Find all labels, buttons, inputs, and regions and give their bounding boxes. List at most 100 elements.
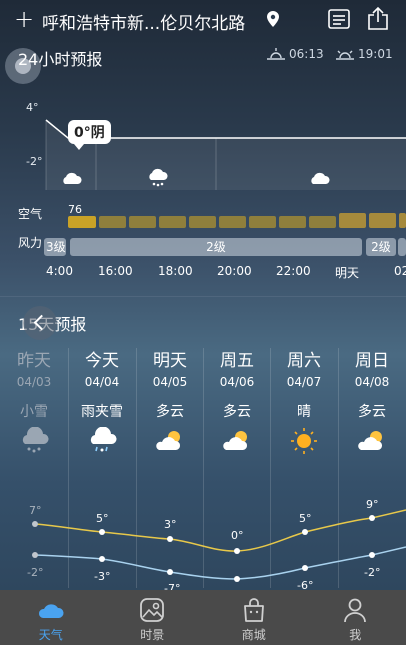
- aqi-bar: [399, 213, 406, 228]
- high-temp-line: [34, 509, 406, 552]
- low-temp-point: [234, 576, 240, 582]
- day-name: 周六: [287, 351, 321, 371]
- partly-cloudy-icon: [156, 431, 181, 450]
- wind-segment: 2级: [70, 238, 362, 256]
- aqi-bar: [369, 213, 396, 228]
- day-date: 04/06: [219, 375, 255, 389]
- day-name: 周日: [355, 351, 389, 371]
- aqi-bar: [68, 216, 96, 228]
- low-temp-point: [32, 552, 38, 558]
- cloud-icon: [38, 604, 64, 618]
- hourly-forecast-title: 24小时预报: [18, 50, 103, 69]
- share-icon[interactable]: [367, 6, 389, 30]
- high-temp-point: [302, 529, 308, 535]
- low-temp-label: -2°: [27, 566, 44, 579]
- aqi-bar: [249, 216, 276, 228]
- low-temp-point: [99, 556, 105, 562]
- day-column-fri[interactable]: 周五 04/06 多云: [203, 350, 271, 459]
- day-column-sun[interactable]: 周日 04/08 多云: [338, 350, 406, 459]
- partly-cloudy-icon: [358, 431, 383, 450]
- low-temp-label: -2°: [364, 566, 381, 579]
- low-temp-label: -3°: [94, 570, 111, 583]
- nav-label: 天气: [38, 628, 63, 642]
- day-condition: 雨夹雪: [81, 404, 123, 420]
- sun-icon: [291, 428, 317, 454]
- snow-cloud-icon: [149, 168, 168, 187]
- wind-segment: 2级: [366, 238, 396, 256]
- current-temp-bubble: 0°阴: [68, 120, 111, 150]
- hour-label: 16:00: [98, 264, 133, 278]
- day-column-tomorrow[interactable]: 明天 04/05 多云: [136, 350, 204, 459]
- aqi-value: 76: [68, 203, 82, 216]
- nav-weather[interactable]: 天气: [0, 590, 102, 645]
- hour-label: 22:00: [276, 264, 311, 278]
- high-temp-point: [99, 529, 105, 535]
- aqi-bar: [339, 213, 366, 228]
- list-icon[interactable]: [328, 9, 350, 29]
- high-temp-point: [369, 515, 375, 521]
- day-name: 周五: [220, 351, 254, 371]
- sleet-icon: [90, 426, 117, 452]
- daily-temp-chart: [32, 509, 406, 582]
- day-condition: 多云: [156, 404, 184, 420]
- day-date: 04/03: [16, 375, 52, 389]
- nav-label: 商城: [241, 628, 266, 642]
- top-bar: + 呼和浩特市新...伦贝尔北路: [0, 0, 406, 40]
- low-temp-point: [302, 565, 308, 571]
- back-arrow-icon[interactable]: [23, 306, 57, 340]
- day-condition: 晴: [297, 404, 311, 420]
- aqi-bar: [159, 216, 186, 228]
- nav-scenery[interactable]: 时景: [102, 590, 204, 645]
- city-name[interactable]: 呼和浩特市新...伦贝尔北路: [42, 9, 245, 34]
- high-temp-point: [32, 521, 38, 527]
- low-temp-point: [369, 552, 375, 558]
- cloud-icon: [311, 172, 330, 184]
- day-name: 今天: [85, 351, 119, 371]
- aqi-bar: [309, 216, 336, 228]
- day-date: 04/08: [354, 375, 390, 389]
- high-temp-label: 5°: [299, 512, 312, 525]
- day-condition: 小雪: [20, 404, 48, 420]
- sunrise-time: 06:13: [289, 47, 324, 61]
- day-column-sat[interactable]: 周六 04/07 晴: [270, 350, 338, 459]
- wind-segment: 3级: [44, 238, 66, 256]
- wind-segment: [398, 238, 406, 256]
- weather-app: + 呼和浩特市新...伦贝尔北路 24小时预报 06:13 19:01 4° -…: [0, 0, 406, 645]
- bottom-navigation: 天气 时景 商城 我: [0, 590, 406, 645]
- sunset-icon: [336, 50, 354, 60]
- high-temp-label: 7°: [29, 504, 42, 517]
- day-condition: 多云: [223, 404, 251, 420]
- hour-label: 02: [394, 264, 406, 278]
- sunset: 19:01: [336, 47, 393, 61]
- aqi-bar: [129, 216, 156, 228]
- sunrise-icon: [267, 47, 285, 60]
- day-column-today[interactable]: 今天 04/04 雨夹雪: [68, 350, 136, 459]
- hour-label: 明天: [335, 266, 360, 280]
- aqi-bar: [99, 216, 126, 228]
- aqi-bar: [189, 216, 216, 228]
- hour-label: 20:00: [217, 264, 252, 278]
- high-temp-label: 9°: [366, 498, 379, 511]
- day-name: 明天: [153, 351, 187, 371]
- high-temp-label: 0°: [231, 529, 244, 542]
- day-column-yesterday[interactable]: 昨天 04/03 小雪: [0, 350, 68, 459]
- low-temp-point: [167, 569, 173, 575]
- shopping-bag-icon: [243, 598, 264, 622]
- nav-label: 我: [349, 628, 362, 642]
- location-pin-icon: [267, 11, 279, 27]
- hour-label: 18:00: [158, 264, 193, 278]
- wind-label: 风力: [18, 236, 43, 250]
- sunrise: 06:13: [267, 47, 324, 61]
- nav-mall[interactable]: 商城: [203, 590, 305, 645]
- aqi-label: 空气: [18, 207, 43, 221]
- partly-cloudy-icon: [223, 431, 248, 450]
- user-icon: [344, 598, 367, 623]
- day-condition: 多云: [358, 404, 386, 420]
- high-temp-point: [234, 548, 240, 554]
- day-date: 04/04: [84, 375, 120, 389]
- add-city-icon[interactable]: +: [14, 7, 34, 31]
- cloud-icon: [63, 172, 82, 184]
- day-date: 04/05: [152, 375, 188, 389]
- nav-me[interactable]: 我: [305, 590, 406, 645]
- aqi-bar: [279, 216, 306, 228]
